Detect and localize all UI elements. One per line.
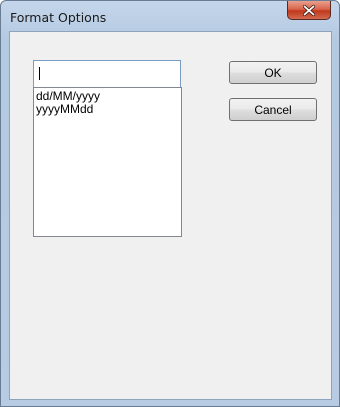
format-input[interactable]	[33, 60, 181, 88]
list-item[interactable]: yyyyMMdd	[34, 103, 181, 116]
title-bar[interactable]: Format Options	[1, 1, 339, 31]
format-list[interactable]: dd/MM/yyyy yyyyMMdd	[33, 87, 182, 237]
window-title: Format Options	[10, 10, 107, 25]
text-caret	[39, 67, 40, 80]
cancel-button[interactable]: Cancel	[229, 98, 317, 121]
ok-button[interactable]: OK	[229, 61, 317, 84]
close-button[interactable]	[287, 1, 331, 20]
close-icon	[303, 4, 315, 16]
format-options-dialog: Format Options dd/MM/yyyy yyyyMMdd OK Ca…	[0, 0, 340, 407]
dialog-client-area: dd/MM/yyyy yyyyMMdd OK Cancel	[9, 31, 332, 400]
